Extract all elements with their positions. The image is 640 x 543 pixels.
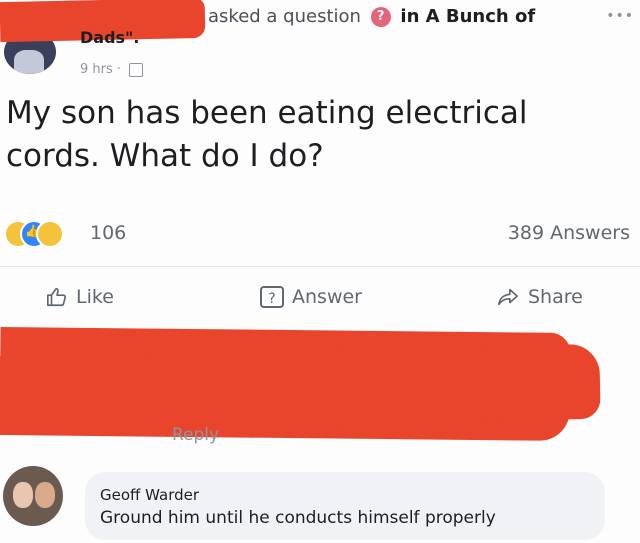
post-meta: 9 hrs ·: [80, 62, 144, 77]
group-link[interactable]: in A Bunch of: [400, 6, 535, 27]
like-label: Like: [76, 286, 114, 308]
commenter-avatar[interactable]: [3, 466, 63, 526]
answer-label: Answer: [292, 286, 362, 308]
answer-button[interactable]: ? Answer: [260, 286, 362, 308]
reaction-count[interactable]: 106: [90, 222, 126, 244]
comment-bubble: [85, 472, 605, 540]
wow-reaction-icon: [36, 220, 64, 248]
thumbs-up-icon: [47, 287, 67, 307]
question-box-icon: ?: [260, 286, 284, 308]
divider: [0, 266, 640, 267]
share-arrow-icon: [498, 288, 518, 306]
comment-text: Ground him until he conducts himself pro…: [100, 508, 496, 528]
answers-count[interactable]: 389 Answers: [508, 222, 630, 244]
asked-question-text: asked a question: [208, 6, 361, 27]
avatar-face: [35, 482, 55, 508]
reply-link[interactable]: Reply: [172, 425, 219, 445]
more-options-icon[interactable]: •••: [606, 8, 634, 24]
avatar-face: [13, 482, 33, 508]
commenter-name[interactable]: Geoff Warder: [100, 486, 199, 504]
group-name-tail[interactable]: Dads".: [80, 28, 139, 47]
post-header: asked a question ? in A Bunch of: [208, 6, 535, 27]
question-text: My son has been eating electrical cords.…: [6, 95, 528, 174]
redaction-comment-overlay: [0, 343, 601, 432]
post-timestamp[interactable]: 9 hrs ·: [80, 62, 121, 77]
audience-icon: [129, 62, 144, 77]
share-button[interactable]: Share: [496, 286, 583, 308]
share-label: Share: [528, 286, 583, 308]
question-badge-icon: ?: [370, 7, 391, 27]
like-button[interactable]: Like: [46, 286, 114, 308]
